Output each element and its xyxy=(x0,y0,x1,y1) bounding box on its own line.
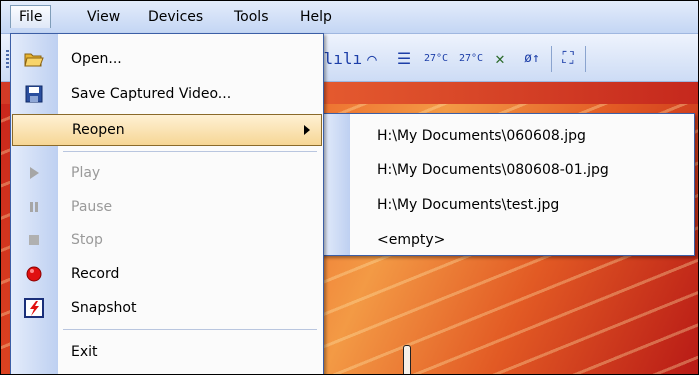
emissivity-icon[interactable]: ø↑ xyxy=(519,47,545,69)
fullscreen-icon[interactable]: ⛶ xyxy=(557,47,579,69)
pause-icon xyxy=(24,197,44,217)
submenu-arrow-icon xyxy=(304,125,310,135)
floppy-disk-icon xyxy=(24,84,44,104)
recent-file-item[interactable]: H:\My Documents\test.jpg xyxy=(377,195,559,215)
temperature-select-icon[interactable]: 27°C xyxy=(456,47,486,69)
record-icon xyxy=(24,264,44,284)
menu-item-pause[interactable]: Pause xyxy=(11,192,323,222)
menu-tools[interactable]: Tools xyxy=(226,6,277,28)
snapshot-icon xyxy=(24,298,44,318)
recent-file-empty-item[interactable]: <empty> xyxy=(377,230,445,250)
menu-item-exit[interactable]: Exit xyxy=(11,337,323,367)
play-icon xyxy=(24,163,44,183)
folder-open-icon xyxy=(24,49,44,69)
menu-bar: File View Devices Tools Help xyxy=(1,1,698,34)
histogram-icon[interactable]: ılılı xyxy=(314,47,362,69)
menu-item-open[interactable]: Open... xyxy=(11,44,323,74)
toolbar-separator xyxy=(585,46,586,72)
menu-devices[interactable]: Devices xyxy=(140,6,211,28)
menu-view[interactable]: View xyxy=(79,6,128,28)
stop-icon xyxy=(24,230,44,250)
reopen-submenu: H:\My Documents\060608.jpg H:\My Documen… xyxy=(321,113,695,256)
toolbar-grip[interactable] xyxy=(6,50,9,70)
thermal-probe-marker xyxy=(403,345,411,374)
menu-separator xyxy=(63,329,317,330)
file-menu-dropdown: Open... Save Captured Video... Reopen Pl… xyxy=(10,33,324,374)
temperature-c-icon[interactable]: 27°C xyxy=(421,47,451,69)
menu-item-stop[interactable]: Stop xyxy=(11,225,323,255)
menu-file[interactable]: File xyxy=(10,5,52,28)
toolbar-separator xyxy=(551,46,552,72)
menu-separator xyxy=(63,151,317,152)
line-profile-icon[interactable]: ⌒ xyxy=(361,47,383,69)
table-icon[interactable]: ☰ xyxy=(393,47,415,69)
menu-item-snapshot[interactable]: Snapshot xyxy=(11,293,323,323)
menu-item-save-captured-video[interactable]: Save Captured Video... xyxy=(11,79,323,109)
application-window: File View Devices Tools Help ılılı ⌒ ☰ 2… xyxy=(0,0,699,375)
submenu-gutter xyxy=(322,114,350,255)
menu-item-play[interactable]: Play xyxy=(11,158,323,188)
menu-help[interactable]: Help xyxy=(292,6,340,28)
recent-file-item[interactable]: H:\My Documents\080608-01.jpg xyxy=(377,160,609,180)
menu-item-record[interactable]: Record xyxy=(11,259,323,289)
recent-file-item[interactable]: H:\My Documents\060608.jpg xyxy=(377,126,586,146)
delete-marks-icon[interactable]: ✕ xyxy=(489,47,511,69)
menu-item-reopen[interactable]: Reopen xyxy=(12,114,322,146)
